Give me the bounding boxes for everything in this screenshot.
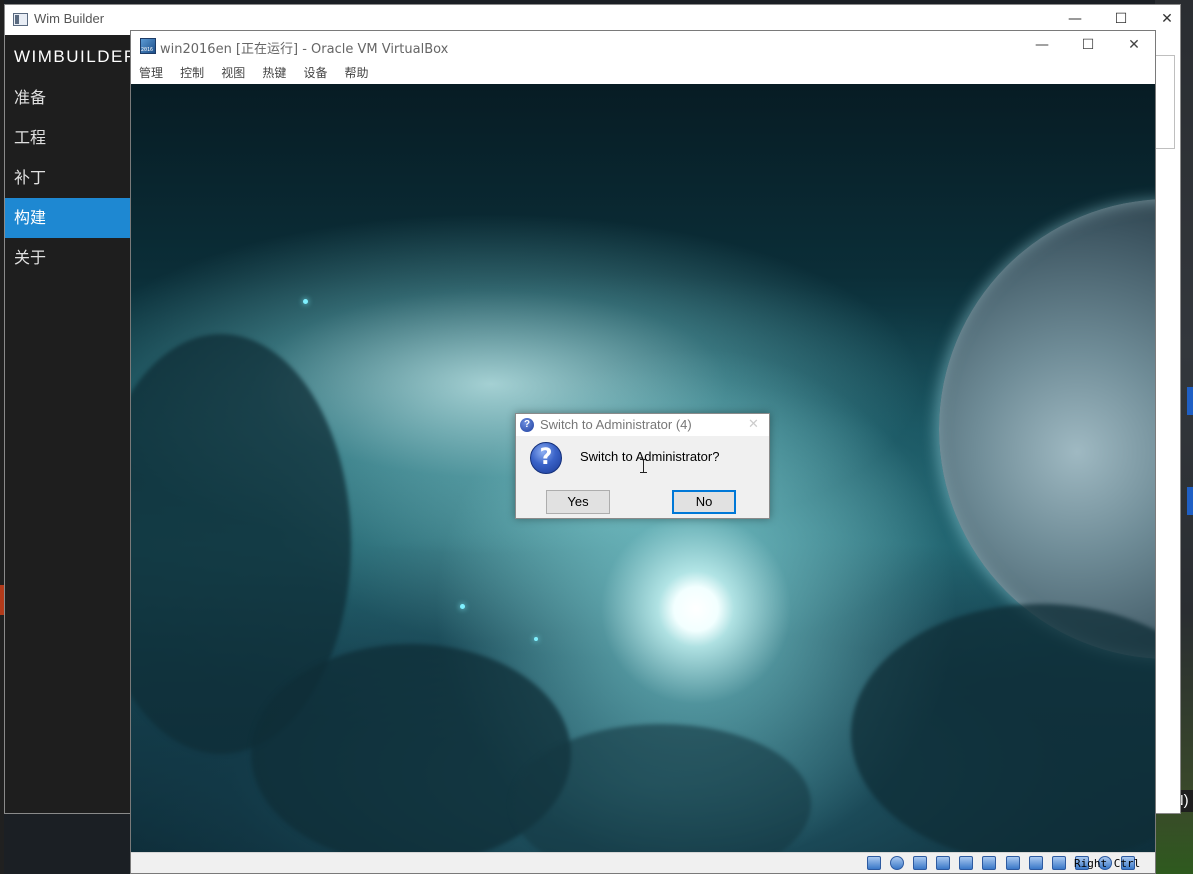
optical-drive-icon[interactable] — [890, 856, 905, 870]
no-button[interactable]: No — [672, 490, 736, 514]
desktop-icon-fragment — [1187, 387, 1193, 415]
menu-hotkeys[interactable]: 热键 — [254, 62, 286, 84]
wim-builder-window-title: Wim Builder — [34, 11, 105, 26]
audio-icon[interactable] — [913, 856, 928, 870]
virtualbox-window-title: win2016en [正在运行] - Oracle VM VirtualBox — [160, 42, 449, 57]
virtualbox-titlebar[interactable]: win2016en [正在运行] - Oracle VM VirtualBox … — [131, 31, 1155, 61]
sidebar-item-project[interactable]: 工程 — [5, 118, 131, 158]
menu-machine[interactable]: 管理 — [131, 62, 163, 84]
menu-devices[interactable]: 设备 — [295, 62, 327, 84]
dialog-title: Switch to Administrator (4) — [540, 417, 692, 432]
wim-builder-panel-fragment — [1153, 55, 1175, 149]
virtualbox-statusbar: Right Ctrl — [131, 852, 1155, 873]
yes-button[interactable]: Yes — [546, 490, 610, 514]
wim-builder-sidebar: WIMBUILDER 准备 工程 补丁 构建 关于 — [5, 35, 136, 813]
dialog-message: Switch to Administrator? — [580, 449, 720, 464]
close-button[interactable]: ✕ — [1111, 31, 1155, 61]
minimize-button[interactable]: — — [1019, 31, 1065, 61]
desktop-icon-fragment — [1187, 487, 1193, 515]
question-icon: ? — [520, 418, 534, 432]
wim-builder-brand: WIMBUILDER — [14, 47, 138, 66]
wallpaper-star — [303, 299, 308, 304]
usb-icon[interactable] — [959, 856, 974, 870]
menu-control[interactable]: 控制 — [172, 62, 204, 84]
sidebar-nav: 准备 工程 补丁 构建 关于 — [5, 78, 131, 278]
virtualbox-vm-icon — [140, 38, 156, 54]
wim-builder-app-icon — [13, 13, 28, 26]
cpu-icon[interactable] — [1051, 856, 1066, 870]
host-key-label: Right Ctrl — [1074, 857, 1141, 870]
question-icon: ? — [530, 442, 562, 474]
dialog-titlebar[interactable]: ? Switch to Administrator (4) ✕ — [516, 414, 769, 436]
text-cursor-icon — [640, 459, 647, 473]
dialog-close-icon[interactable]: ✕ — [748, 416, 759, 432]
sidebar-item-patch[interactable]: 补丁 — [5, 158, 131, 198]
virtualbox-menubar: 管理 控制 视图 热键 设备 帮助 — [131, 62, 1155, 84]
hard-disk-icon[interactable] — [867, 856, 881, 870]
sidebar-item-prepare[interactable]: 准备 — [5, 78, 131, 118]
sidebar-item-build[interactable]: 构建 — [5, 198, 131, 238]
virtualbox-window: win2016en [正在运行] - Oracle VM VirtualBox … — [130, 30, 1156, 874]
maximize-button[interactable]: ☐ — [1065, 31, 1111, 61]
wallpaper-planet — [939, 199, 1155, 659]
wallpaper-star — [460, 604, 465, 609]
display-icon[interactable] — [1005, 856, 1020, 870]
network-icon[interactable] — [936, 856, 951, 870]
sidebar-item-about[interactable]: 关于 — [5, 238, 131, 278]
vm-guest-screen[interactable]: ? Switch to Administrator (4) ✕ ? Switch… — [131, 84, 1155, 852]
menu-view[interactable]: 视图 — [213, 62, 245, 84]
wallpaper-star — [534, 637, 538, 641]
wallpaper-cloud — [851, 604, 1155, 852]
menu-help[interactable]: 帮助 — [337, 62, 369, 84]
shared-folders-icon[interactable] — [982, 856, 997, 870]
video-capture-icon[interactable] — [1028, 856, 1043, 870]
